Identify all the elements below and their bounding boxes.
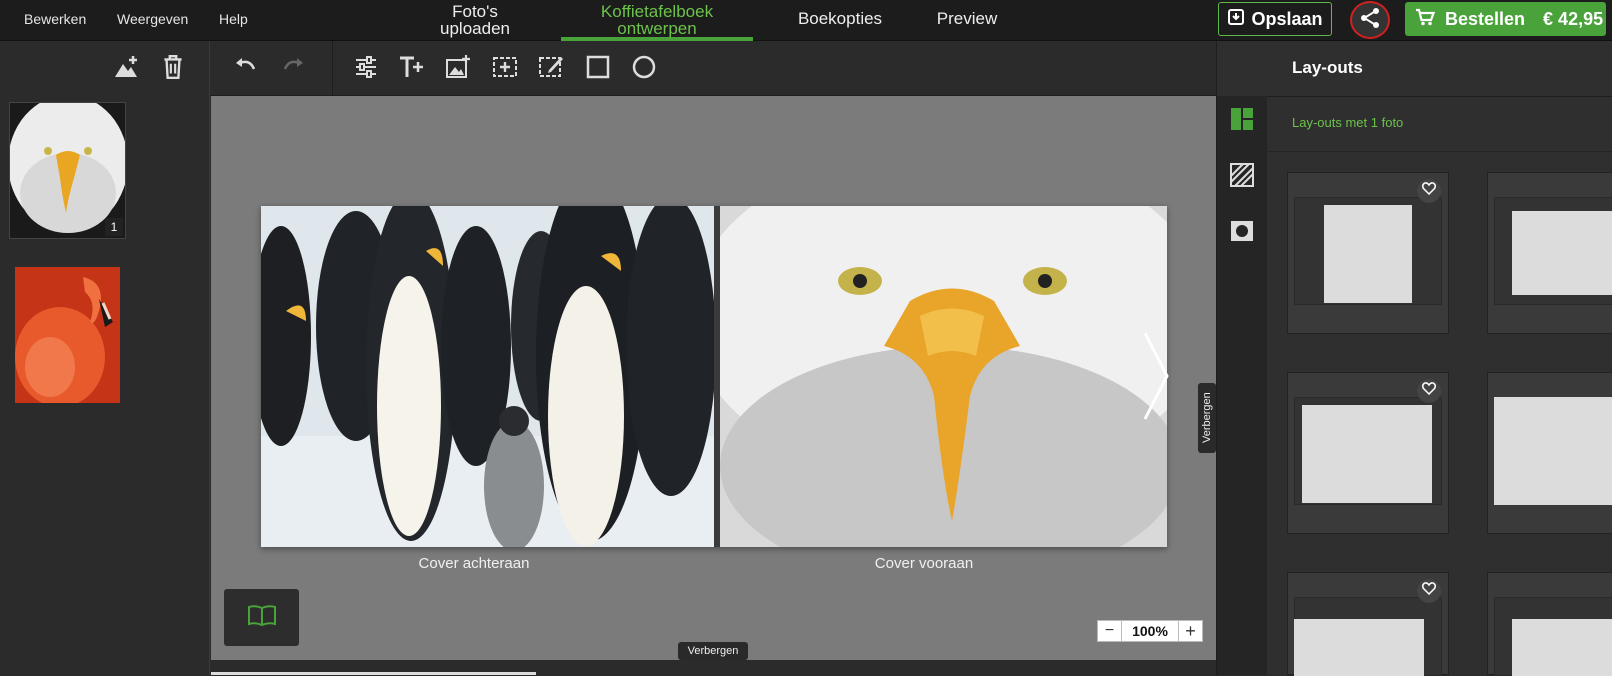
tab-upload-line2: uploaden [440, 19, 510, 38]
favorite-button[interactable] [1417, 579, 1441, 603]
redo-icon [279, 53, 307, 86]
layout-photo-slot [1324, 205, 1412, 303]
tab-backgrounds[interactable] [1229, 162, 1255, 188]
tab-design-book[interactable]: Koffietafelboek ontwerpen [561, 0, 753, 41]
add-text-button[interactable] [396, 53, 428, 85]
editor-toolbar [210, 41, 1216, 96]
layout-option[interactable] [1287, 172, 1449, 334]
layouts-subtitle: Lay-outs met 1 foto [1292, 115, 1404, 130]
tab-book-options[interactable]: Boekopties [780, 0, 900, 41]
layout-photo-slot [1294, 619, 1424, 676]
zoom-in-button[interactable]: + [1178, 621, 1202, 641]
penguins-photo[interactable] [261, 206, 714, 547]
layouts-icon [1229, 108, 1255, 136]
layout-photo-slot [1302, 405, 1432, 503]
add-image-button[interactable] [442, 53, 474, 85]
add-frame-button[interactable] [489, 53, 521, 85]
redo-button[interactable] [277, 53, 309, 85]
save-label: Opslaan [1251, 8, 1323, 29]
share-button[interactable] [1350, 1, 1390, 39]
save-icon [1227, 8, 1245, 31]
heart-icon [1421, 382, 1437, 400]
tab-upload-line1: Foto's [452, 2, 498, 21]
top-bar: Bewerken Weergeven Help Foto's uploaden … [0, 0, 1612, 41]
edit-frame-button[interactable] [535, 53, 567, 85]
heart-icon [1421, 182, 1437, 200]
eagle-photo[interactable] [720, 206, 1167, 547]
toolbar-divider [332, 41, 333, 96]
bottom-page-strip [211, 660, 1216, 675]
add-circle-button[interactable] [628, 53, 660, 85]
undo-button[interactable] [230, 53, 262, 85]
favorite-button[interactable] [1417, 379, 1441, 403]
zoom-level: 100% [1132, 623, 1168, 639]
zoom-out-button[interactable]: − [1098, 621, 1122, 641]
add-photo-button[interactable] [110, 53, 142, 85]
photo-panel: 1 Verbergen [0, 41, 229, 675]
menu-edit[interactable]: Bewerken [24, 11, 86, 27]
menu-help[interactable]: Help [219, 11, 248, 27]
order-price: € 42,95 [1543, 8, 1604, 29]
layout-photo-slot [1512, 211, 1612, 295]
order-label: Bestellen [1445, 8, 1526, 29]
delete-photo-button[interactable] [157, 53, 189, 85]
design-canvas: Cover achteraan Cover vooraan − 100% + V… [211, 96, 1216, 660]
tab-masks[interactable] [1229, 218, 1255, 244]
order-button[interactable]: Bestellen € 42,95 [1405, 2, 1606, 36]
layout-option[interactable] [1487, 372, 1612, 534]
chevron-right-icon [1141, 332, 1171, 425]
tab-upload-photos[interactable]: Foto's uploaden [426, 0, 524, 41]
add-rectangle-button[interactable] [582, 53, 614, 85]
tab-design-line1: Koffietafelboek [600, 2, 714, 21]
subtitle-divider [1267, 151, 1612, 152]
zoom-control: − 100% + [1097, 620, 1203, 642]
page-overview-button[interactable] [224, 589, 299, 646]
mask-icon [1229, 221, 1255, 248]
flamingo-thumbnail-image [15, 267, 120, 403]
save-button[interactable]: Opslaan [1218, 2, 1332, 36]
share-icon [1358, 6, 1382, 35]
tab-layouts[interactable] [1229, 106, 1255, 132]
add-photo-icon [112, 53, 140, 86]
hide-right-panel-tab[interactable]: Verbergen [1198, 383, 1216, 453]
panel-side-tabs [1217, 96, 1267, 675]
favorite-button[interactable] [1417, 179, 1441, 203]
layout-option[interactable] [1487, 172, 1612, 334]
layout-option[interactable] [1287, 572, 1449, 676]
adjust-button[interactable] [350, 53, 382, 85]
photo-thumbnail-eagle[interactable]: 1 [9, 102, 126, 239]
heart-icon [1421, 582, 1437, 600]
panel-title: Lay-outs [1292, 58, 1363, 77]
hide-bottom-panel-tab[interactable]: Verbergen [678, 642, 748, 660]
cover-spread[interactable] [261, 206, 1169, 547]
photo-thumbnail-flamingo[interactable] [15, 267, 120, 403]
layout-option[interactable] [1487, 572, 1612, 676]
tab-preview[interactable]: Preview [928, 0, 1006, 41]
add-frame-icon [491, 53, 519, 86]
undo-icon [232, 53, 260, 86]
panel-divider [1217, 96, 1612, 97]
back-cover-label: Cover achteraan [418, 555, 530, 572]
open-book-icon [247, 603, 277, 632]
tab-design-line2: ontwerpen [617, 19, 697, 38]
layouts-panel: Lay-outs Lay-outs met 1 foto [1216, 41, 1612, 676]
thumbnail-use-count-badge: 1 [105, 218, 123, 236]
hide-right-label: Verbergen [1201, 392, 1213, 444]
add-text-icon [398, 53, 426, 86]
next-page-arrow[interactable] [1141, 331, 1171, 426]
layout-option[interactable] [1287, 372, 1449, 534]
hatched-background-icon [1229, 163, 1255, 192]
edit-frame-icon [537, 53, 565, 86]
layout-photo-slot [1512, 619, 1612, 676]
layout-photo-slot [1494, 397, 1612, 505]
add-image-icon [444, 53, 472, 86]
trash-icon [159, 53, 187, 86]
sliders-icon [352, 53, 380, 86]
menu-view[interactable]: Weergeven [117, 11, 188, 27]
hide-bottom-label: Verbergen [687, 645, 739, 657]
circle-icon [630, 53, 658, 86]
front-cover-label: Cover vooraan [874, 555, 974, 572]
square-icon [584, 53, 612, 86]
cart-icon [1415, 8, 1436, 31]
